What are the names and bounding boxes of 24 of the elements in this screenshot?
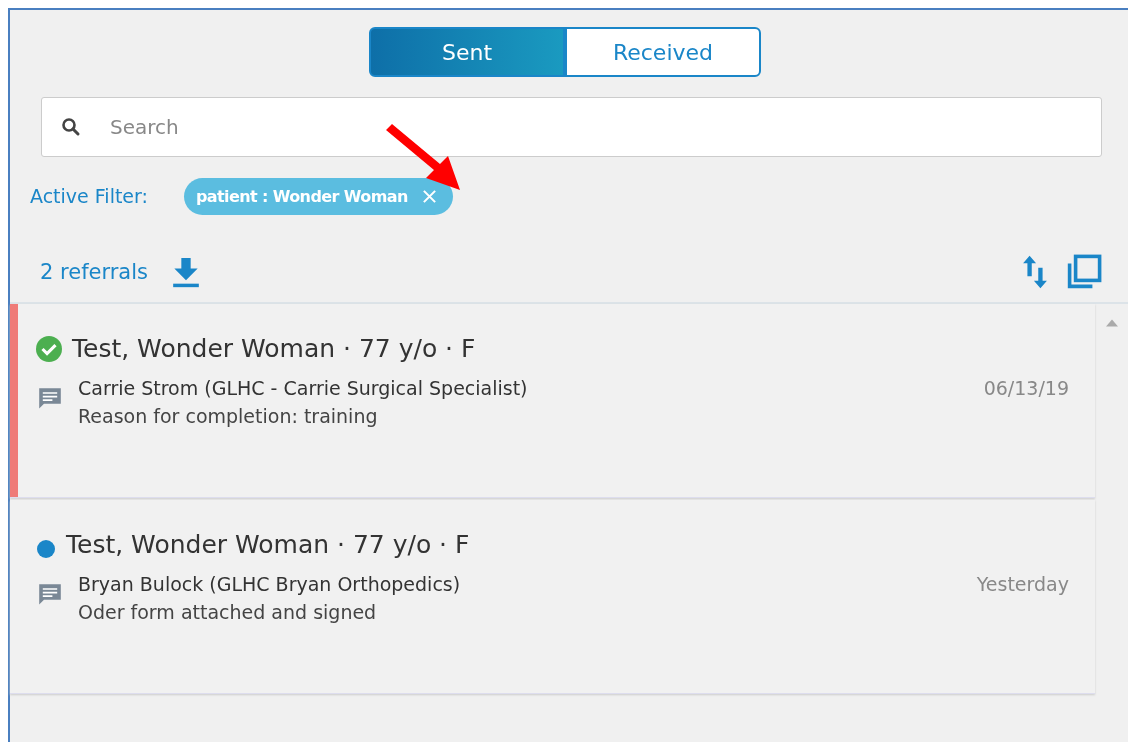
message-icon [38, 583, 62, 607]
patient-name: Test, Wonder Woman · 77 y/o · F [66, 530, 470, 559]
search-field[interactable]: Search [41, 97, 1102, 157]
filter-label: Active Filter: [30, 185, 148, 207]
patient-name: Test, Wonder Woman · 77 y/o · F [72, 334, 476, 363]
copy-icon[interactable] [1066, 254, 1102, 290]
sort-icon[interactable] [1022, 255, 1048, 289]
tab[interactable]: Sent [369, 27, 565, 77]
message-icon [38, 387, 62, 411]
sender-name: Bryan Bulock (GLHC Bryan Orthopedics) [78, 573, 462, 595]
referral-date: Yesterday [976, 573, 1069, 595]
sender-name: Carrie Strom (GLHC - Carrie Surgical Specialist) [78, 377, 529, 399]
close-icon[interactable] [421, 188, 437, 204]
tab[interactable]: Received [565, 27, 761, 77]
scroll-up-icon[interactable] [1105, 319, 1118, 327]
referral-date: 06/13/19 [983, 377, 1069, 399]
filter-chip-text: patient : Wonder Woman [195, 186, 408, 206]
referral-card[interactable]: Test, Wonder Woman · 77 y/o · F Bryan Bulock (GLHC Bryan Orthopedics) Oder form attached and signed Yesterday [10, 500, 1095, 694]
download-icon[interactable] [172, 256, 200, 288]
referral-card[interactable]: Test, Wonder Woman · 77 y/o · F Carrie Strom (GLHC - Carrie Surgical Specialist) Reason for completion: training 06/13/19 [10, 304, 1095, 498]
referral-note: Reason for completion: training [78, 405, 379, 427]
referral-note: Oder form attached and signed [78, 601, 378, 623]
referral-count: 2 referrals [40, 260, 148, 284]
search-icon [61, 117, 81, 137]
